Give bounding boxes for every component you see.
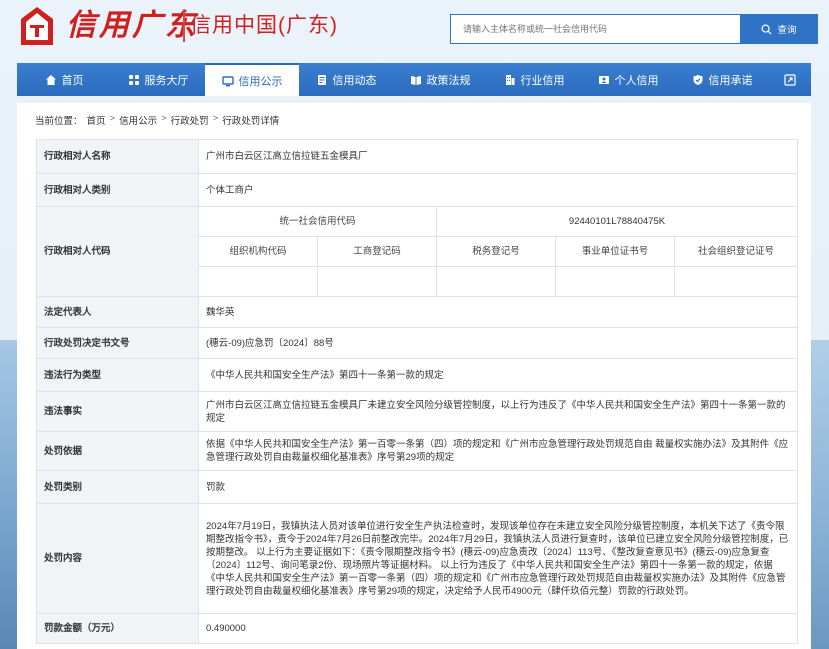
fine-value: 0.490000 [197, 613, 799, 644]
nav-item-personal-credit[interactable]: 个人信用 [581, 63, 675, 96]
table-row: 处罚依据 依据《中华人民共和国安全生产法》第一百零一条第（四）项的规定和《广州市… [36, 431, 799, 471]
table-row: 罚款金额（万元） 0.490000 [36, 613, 799, 644]
inst-cert-value [555, 266, 675, 297]
penalty-content-value: 2024年7月19日，我镇执法人员对该单位进行安全生产执法检查时，发现该单位存在… [197, 503, 799, 614]
penalty-type-value: 罚款 [197, 470, 799, 504]
table-row: 处罚类别 罚款 [36, 470, 799, 504]
table-row: 行政相对人代码 统一社会信用代码 92440101L78840475K [36, 206, 799, 297]
logo-script-text: 信用广东 [66, 8, 198, 43]
party-type-label: 行政相对人类别 [36, 173, 199, 207]
party-type-value: 个体工商户 [197, 173, 799, 207]
search-button[interactable]: 查询 [740, 14, 818, 44]
grid-icon [128, 74, 139, 85]
breadcrumb-link-home[interactable]: 首页 [87, 113, 106, 127]
nav-item-label: 信用动态 [332, 74, 377, 87]
table-row: 法定代表人 魏华英 [36, 296, 799, 328]
uscc-label: 统一社会信用代码 [198, 206, 437, 237]
site-name: 信用中国(广东) [190, 14, 338, 37]
basis-value: 依据《中华人民共和国安全生产法》第一百零一条第（四）项的规定和《广州市应急管理行… [197, 431, 799, 471]
legal-rep-label: 法定代表人 [36, 296, 199, 328]
content-panel: 当前位置： 首页 > 信用公示 > 行政处罚 > 行政处罚详情 行政相对人名称 … [17, 103, 811, 649]
tax-reg-value [436, 266, 556, 297]
org-code-value [198, 266, 318, 297]
decision-no-value: (穗云-09)应急罚〔2024〕88号 [197, 327, 799, 359]
nav-item-policy[interactable]: 政策法规 [393, 63, 487, 96]
nav-item-industry-credit[interactable]: 行业信用 [487, 63, 581, 96]
nav-item-label: 信用公示 [238, 75, 283, 88]
table-row: 违法行为类型 《中华人民共和国安全生产法》第四十一条第一款的规定 [36, 358, 799, 392]
penalty-detail-table: 行政相对人名称 广州市白云区江高立信拉链五金模具厂 行政相对人类别 个体工商户 … [36, 139, 799, 644]
nav-item-service-hall[interactable]: 服务大厅 [111, 63, 205, 96]
table-row: 行政处罚决定书文号 (穗云-09)应急罚〔2024〕88号 [36, 327, 799, 359]
id-card-icon [598, 75, 609, 84]
breadcrumb-current: 行政处罚详情 [222, 116, 280, 127]
shield-icon [693, 74, 702, 85]
breadcrumb-separator: > [109, 113, 116, 124]
credit-guangdong-logo-icon[interactable] [17, 5, 57, 49]
breadcrumb-link-credit-publicity[interactable]: 信用公示 [119, 113, 157, 127]
facts-value: 广州市白云区江高立信拉链五金模具厂未建立安全风险分级管控制度，以上行为违反了《中… [197, 391, 799, 432]
search-button-label: 查询 [777, 25, 797, 36]
party-name-value: 广州市白云区江高立信拉链五金模具厂 [197, 139, 799, 174]
monitor-icon [221, 75, 234, 86]
org-code-label: 组织机构代码 [198, 236, 318, 267]
party-name-label: 行政相对人名称 [36, 139, 199, 174]
inst-cert-label: 事业单位证书号 [555, 236, 675, 267]
legal-rep-value: 魏华英 [197, 296, 799, 328]
nav-item-label: 政策法规 [426, 74, 471, 87]
fine-label: 罚款金额（万元） [36, 613, 199, 644]
nav-item-credit-commitment[interactable]: 信用承诺 [675, 63, 769, 96]
breadcrumb-prefix: 当前位置： [35, 116, 83, 127]
site-header: 信用广东 信用中国(广东) 查询 [0, 0, 829, 56]
nav-item-label: 首页 [61, 74, 84, 87]
party-code-label: 行政相对人代码 [36, 206, 199, 297]
search-input[interactable] [450, 14, 740, 44]
biz-reg-value [317, 266, 437, 297]
decision-no-label: 行政处罚决定书文号 [36, 327, 199, 359]
building-icon [505, 74, 514, 85]
book-icon [410, 75, 421, 85]
biz-reg-label: 工商登记码 [317, 236, 437, 267]
nav-item-label: 信用承诺 [708, 74, 753, 87]
search-icon [761, 24, 772, 35]
breadcrumb-link-penalty[interactable]: 行政处罚 [171, 113, 209, 127]
breadcrumb: 当前位置： 首页 > 信用公示 > 行政处罚 > 行政处罚详情 [35, 113, 279, 127]
tax-reg-label: 税务登记号 [436, 236, 556, 267]
breadcrumb-separator: > [212, 113, 219, 124]
expand-icon [784, 73, 796, 86]
nav-item-credit-news[interactable]: 信用动态 [299, 63, 393, 96]
nav-item-credit-publicity[interactable]: 信用公示 [205, 63, 299, 96]
table-row: 行政相对人名称 广州市白云区江高立信拉链五金模具厂 [36, 139, 799, 174]
table-row: 违法事实 广州市白云区江高立信拉链五金模具厂未建立安全风险分级管控制度，以上行为… [36, 391, 799, 432]
breadcrumb-separator: > [161, 113, 167, 124]
main-nav: 首页 服务大厅 信用公示 信用动态 政策法规 行业信用 个人信用 信用承诺 [17, 63, 811, 96]
facts-label: 违法事实 [36, 391, 199, 432]
penalty-type-label: 处罚类别 [36, 470, 199, 504]
nav-item-label: 个人信用 [614, 74, 659, 87]
social-org-value [673, 266, 799, 297]
penalty-content-label: 处罚内容 [36, 503, 199, 614]
nav-item-home[interactable]: 首页 [17, 63, 111, 96]
uscc-value: 92440101L78840475K [435, 206, 799, 237]
nav-item-label: 服务大厅 [144, 74, 189, 87]
table-row: 处罚内容 2024年7月19日，我镇执法人员对该单位进行安全生产执法检查时，发现… [36, 503, 799, 614]
social-org-label: 社会组织登记证号 [673, 236, 799, 267]
home-icon [45, 74, 56, 85]
nav-expand-button[interactable] [769, 63, 811, 96]
violation-type-value: 《中华人民共和国安全生产法》第四十一条第一款的规定 [197, 358, 799, 392]
violation-type-label: 违法行为类型 [36, 358, 199, 392]
nav-item-label: 行业信用 [520, 74, 565, 87]
document-icon [317, 74, 326, 85]
table-row: 行政相对人类别 个体工商户 [36, 173, 799, 207]
logo-divider [183, 10, 185, 42]
basis-label: 处罚依据 [36, 431, 199, 471]
